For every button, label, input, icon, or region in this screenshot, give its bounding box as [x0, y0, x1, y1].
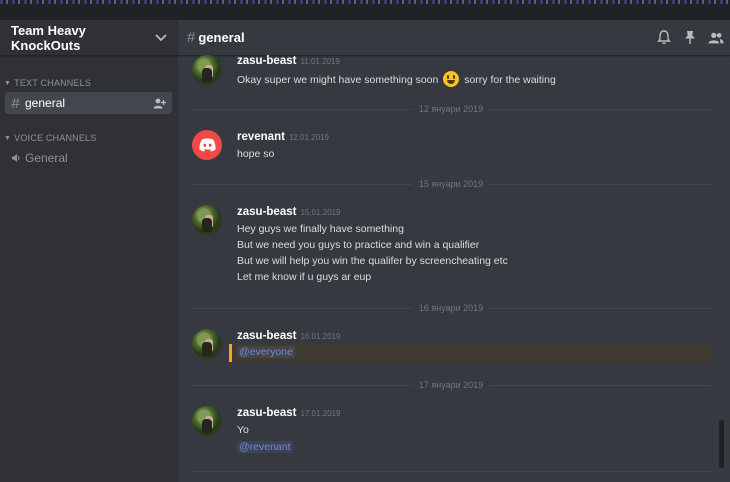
add-user-icon[interactable] — [152, 97, 166, 109]
message-list[interactable]: zasu-beast 11.01.2019 Okay super we might… — [178, 55, 730, 482]
message-timestamp: 12.01.2019 — [288, 133, 329, 142]
category-label: TEXT CHANNELS — [14, 78, 92, 88]
caret-down-icon: ▼ — [4, 79, 12, 87]
scrollbar-thumb[interactable] — [719, 420, 724, 468]
message-author[interactable]: zasu-beast 16.01.2019 — [237, 330, 340, 342]
date-divider: 15 януари 2019 — [191, 178, 712, 190]
avatar[interactable] — [192, 205, 222, 235]
message-author[interactable]: zasu-beast 11.01.2019 — [237, 55, 340, 67]
bell-icon[interactable] — [656, 30, 672, 46]
speaker-icon — [11, 150, 20, 167]
message-timestamp: 15.01.2019 — [300, 208, 341, 217]
voice-channel-general[interactable]: General — [5, 147, 172, 169]
channel-sidebar: Team Heavy KnockOuts ▼ TEXT CHANNELS # g… — [0, 20, 178, 482]
message-author[interactable]: zasu-beast 17.01.2019 — [237, 407, 340, 419]
members-icon[interactable] — [708, 30, 724, 46]
channel-name: general — [25, 96, 66, 110]
message-timestamp: 16.01.2019 — [300, 332, 341, 341]
date-divider: 12 януари 2019 — [191, 103, 712, 115]
channel-name: General — [25, 151, 68, 165]
mention-highlight — [229, 344, 711, 362]
message-author[interactable]: zasu-beast 15.01.2019 — [237, 206, 340, 218]
message-timestamp: 17.01.2019 — [300, 409, 341, 418]
server-name: Team Heavy KnockOuts — [11, 22, 86, 53]
message-text: hope so — [237, 148, 275, 160]
avatar[interactable] — [192, 55, 222, 85]
avatar[interactable] — [192, 406, 222, 436]
chat-area: # general zasu-beast 11.01.2019 Okay supe… — [178, 20, 730, 482]
message-text: Let me know if u guys ar eup — [237, 271, 372, 283]
window-top-strip — [0, 0, 730, 20]
chevron-down-icon[interactable] — [154, 31, 168, 45]
discord-logo-icon — [198, 138, 216, 152]
pin-icon[interactable] — [682, 30, 698, 46]
hash-icon: # — [11, 94, 20, 112]
date-divider: 17 януари 2019 — [191, 379, 712, 391]
caret-down-icon: ▼ — [4, 134, 12, 142]
channel-general[interactable]: # general — [5, 92, 172, 114]
message-author[interactable]: revenant 12.01.2019 — [237, 131, 329, 143]
bottom-rule — [191, 465, 711, 477]
mention-everyone[interactable]: @everyone — [237, 346, 295, 358]
category-voice-channels[interactable]: ▼ VOICE CHANNELS — [4, 133, 178, 143]
message-text: But we need you guys to practice and win… — [237, 239, 480, 251]
hash-icon: # — [187, 29, 196, 46]
channel-title: general — [198, 30, 245, 45]
category-label: VOICE CHANNELS — [14, 133, 97, 143]
smiley-emoji-icon — [443, 71, 460, 87]
avatar[interactable] — [192, 130, 222, 160]
message-text: But we will help you win the qualifer by… — [237, 255, 508, 267]
date-divider: 16 януари 2019 — [191, 302, 712, 314]
message-timestamp: 11.01.2019 — [300, 57, 340, 66]
avatar[interactable] — [192, 329, 222, 359]
category-text-channels[interactable]: ▼ TEXT CHANNELS — [4, 78, 178, 88]
message-text: Hey guys we finally have something — [237, 223, 404, 235]
message-text: Okay super we might have something soon … — [237, 71, 556, 87]
server-header[interactable]: Team Heavy KnockOuts — [0, 20, 178, 56]
chat-header: # general — [178, 20, 730, 56]
mention-user[interactable]: @revenant — [237, 441, 293, 453]
message-text: Yo — [237, 424, 249, 436]
